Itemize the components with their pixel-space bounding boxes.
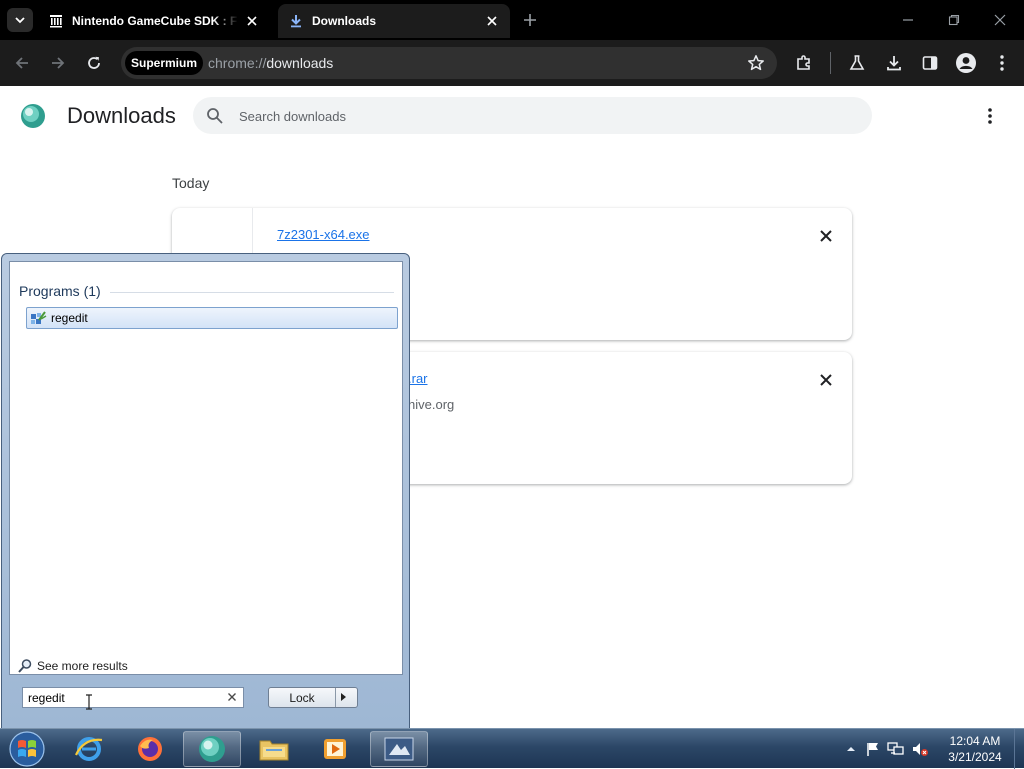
tab-search-button[interactable] <box>7 8 33 32</box>
taskbar-internet-explorer[interactable] <box>60 731 118 767</box>
folder-icon <box>259 740 289 761</box>
notification-area <box>845 729 929 769</box>
supermium-icon <box>199 736 225 762</box>
new-tab-plus-icon[interactable] <box>520 10 540 30</box>
download-arrow-icon <box>288 13 304 29</box>
tab-strip: Nintendo GameCube SDK : Free Download, B… <box>0 0 1024 40</box>
url-scheme: chrome:// <box>208 55 267 71</box>
taskbar-windows-explorer[interactable] <box>245 731 303 767</box>
page-title: Downloads <box>67 103 176 128</box>
start-menu: Programs (1) regedit See more results Lo… <box>1 253 410 729</box>
close-tab-icon[interactable] <box>484 13 500 29</box>
clock-date: 3/21/2024 <box>948 750 1002 764</box>
archive-columns-icon <box>48 13 64 29</box>
action-center-flag-icon[interactable] <box>865 741 881 757</box>
volume-muted-icon[interactable] <box>911 741 929 757</box>
bookmark-star-icon[interactable] <box>747 54 765 72</box>
downloads-toolbar-icon[interactable] <box>882 51 906 75</box>
magnifier-icon <box>18 659 32 673</box>
toolbar-separator <box>830 52 831 74</box>
program-result-regedit[interactable]: regedit <box>26 307 398 329</box>
app-window-icon <box>384 737 414 761</box>
chevron-down-icon <box>15 17 25 24</box>
remove-download-icon[interactable] <box>816 226 836 246</box>
side-panel-icon[interactable] <box>918 51 942 75</box>
lock-button[interactable]: Lock <box>268 687 358 708</box>
taskbar: 12:04 AM 3/21/2024 <box>0 728 1024 769</box>
tab-downloads[interactable]: Downloads <box>278 4 510 38</box>
lock-button-label: Lock <box>289 691 315 705</box>
more-actions-icon[interactable] <box>980 106 1000 126</box>
power-options-arrow-icon[interactable] <box>341 693 346 701</box>
back-arrow-icon[interactable] <box>10 51 34 75</box>
firefox-icon <box>138 737 162 761</box>
extensions-puzzle-icon[interactable] <box>792 51 816 75</box>
tab-title: Nintendo GameCube SDK : Free Download, B… <box>72 14 238 28</box>
tab-title: Downloads <box>312 14 377 28</box>
system-clock[interactable]: 12:04 AM 3/21/2024 <box>940 733 1010 765</box>
profile-avatar-icon[interactable] <box>954 51 978 75</box>
close-window-icon[interactable] <box>990 10 1010 30</box>
text-cursor-icon <box>86 694 92 710</box>
browser-brand-chip: Supermium <box>125 51 204 75</box>
show-hidden-icons-arrow-icon[interactable] <box>845 743 857 755</box>
start-search-input[interactable] <box>28 689 218 706</box>
date-section-heading: Today <box>172 175 210 191</box>
start-orb-icon[interactable] <box>7 730 47 768</box>
minimize-icon[interactable] <box>898 10 918 30</box>
close-tab-icon[interactable] <box>244 13 260 29</box>
download-filename-link[interactable]: .rar <box>408 371 428 386</box>
clock-time: 12:04 AM <box>949 734 1001 748</box>
forward-arrow-icon[interactable] <box>46 51 70 75</box>
taskbar-firefox[interactable] <box>121 731 179 767</box>
tab-nintendo-gamecube-sdk[interactable]: Nintendo GameCube SDK : Free Download, B… <box>38 4 270 38</box>
search-downloads-input[interactable] <box>239 105 839 127</box>
start-menu-results-pane: Programs (1) regedit See more results <box>9 261 403 675</box>
remove-download-icon[interactable] <box>816 370 836 390</box>
start-search-box[interactable] <box>22 687 244 708</box>
taskbar-active-app[interactable] <box>370 731 428 767</box>
heading-divider <box>110 292 394 293</box>
media-player-icon <box>324 739 346 759</box>
clear-search-icon[interactable] <box>226 691 238 703</box>
lock-button-divider <box>335 688 336 707</box>
search-icon <box>207 108 223 124</box>
program-result-label: regedit <box>51 311 88 325</box>
taskbar-supermium[interactable] <box>183 731 241 767</box>
supermium-logo-icon <box>21 104 45 128</box>
regedit-icon <box>31 311 47 324</box>
download-filename-link[interactable]: 7z2301-x64.exe <box>277 227 370 242</box>
download-source-url[interactable]: hive.org <box>408 397 454 412</box>
search-downloads-box[interactable] <box>193 97 872 134</box>
show-desktop-button[interactable] <box>1014 729 1024 769</box>
labs-flask-icon[interactable] <box>845 51 869 75</box>
url-path: downloads <box>266 55 334 71</box>
address-bar[interactable]: Supermium chrome://downloads <box>121 47 777 79</box>
taskbar-media-player[interactable] <box>306 731 364 767</box>
url-text[interactable]: chrome://downloads <box>208 55 333 71</box>
internet-explorer-icon <box>75 737 103 761</box>
programs-heading: Programs (1) <box>19 283 101 299</box>
reload-icon[interactable] <box>82 51 106 75</box>
browser-menu-icon[interactable] <box>990 51 1014 75</box>
network-icon[interactable] <box>887 741 905 757</box>
restore-icon[interactable] <box>944 10 964 30</box>
see-more-results-label: See more results <box>37 659 128 673</box>
